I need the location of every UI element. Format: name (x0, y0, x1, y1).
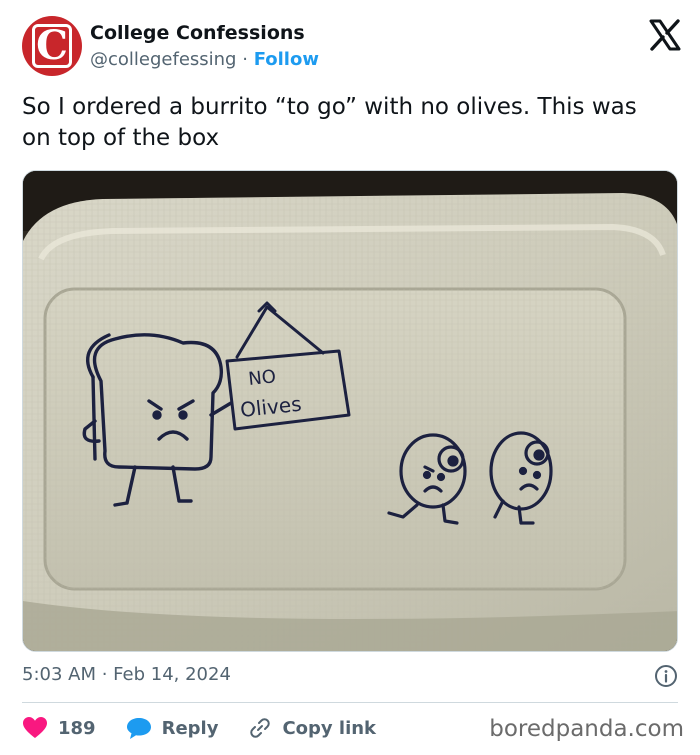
info-icon[interactable] (654, 664, 678, 688)
like-button[interactable]: 189 (22, 716, 96, 740)
burrito-box-photo: NO Olives (23, 171, 677, 651)
x-logo-icon[interactable] (648, 18, 682, 52)
tweet-timestamp[interactable]: 5:03 AM · Feb 14, 2024 (22, 664, 231, 685)
avatar[interactable]: C (22, 16, 82, 76)
sign-line-1: NO (247, 366, 277, 390)
handle-line: @collegefessing · Follow (90, 49, 319, 70)
follow-button[interactable]: Follow (254, 49, 319, 70)
reply-bubble-icon (126, 718, 151, 739)
reply-label: Reply (161, 717, 219, 739)
display-name[interactable]: College Confessions (90, 22, 319, 44)
separator: · (242, 49, 248, 70)
heart-icon (23, 717, 47, 738)
tweet-header: C College Confessions @collegefessing · … (22, 16, 682, 78)
copy-link-label: Copy link (282, 717, 377, 739)
tweet-image[interactable]: NO Olives (22, 170, 678, 652)
link-icon (250, 718, 271, 738)
divider (22, 702, 678, 703)
handle[interactable]: @collegefessing (90, 49, 237, 70)
account-names: College Confessions @collegefessing · Fo… (90, 22, 319, 70)
tweet-actions: 189 Reply Copy link (22, 713, 406, 743)
watermark: boredpanda.com (489, 716, 684, 742)
tweet-text: So I ordered a burrito “to go” with no o… (22, 94, 637, 151)
reply-button[interactable]: Reply (126, 716, 219, 740)
copy-link-button[interactable]: Copy link (248, 716, 376, 740)
avatar-letter: C (32, 24, 72, 68)
like-count: 189 (58, 717, 96, 739)
